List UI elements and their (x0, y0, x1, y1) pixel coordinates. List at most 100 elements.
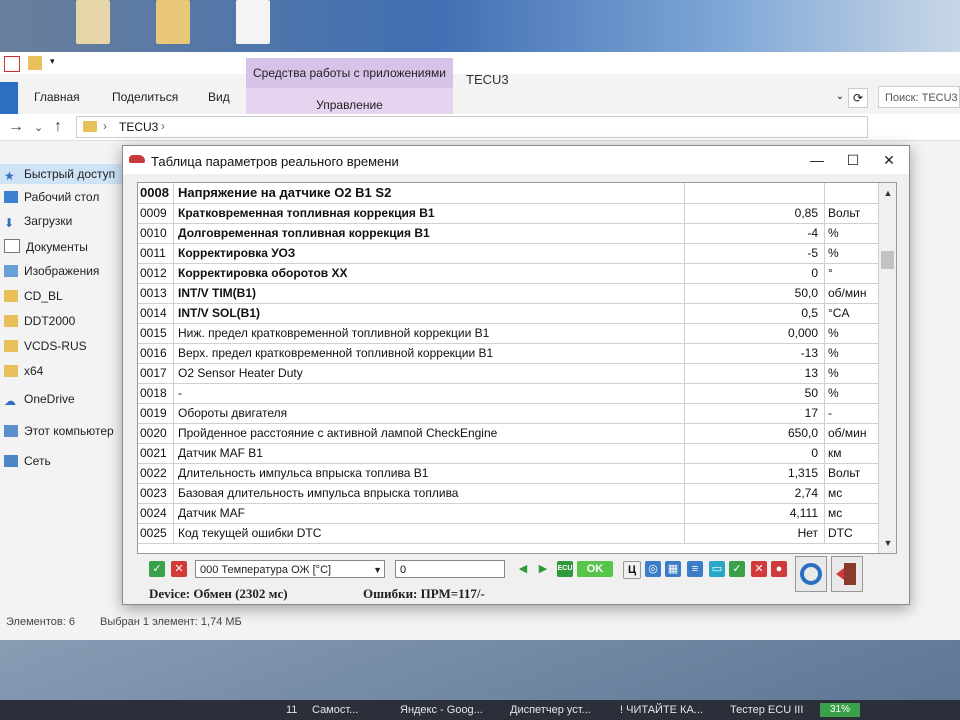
table-row[interactable]: 0019 Обороты двигателя 17- (138, 403, 878, 424)
nav-folder-x64[interactable]: x64 (4, 364, 43, 378)
close-button[interactable]: ✕ (871, 148, 907, 172)
vertical-scrollbar[interactable]: ▲ ▼ (878, 183, 896, 553)
taskbar-item[interactable]: 11 (286, 704, 297, 716)
nav-quick-access[interactable]: ★ Быстрый доступ (0, 164, 130, 184)
row-unit: % (824, 363, 878, 383)
ok-button[interactable]: OK (577, 561, 613, 577)
row-value: -4 (684, 223, 822, 243)
list-icon[interactable]: ≡ (687, 561, 703, 577)
parameter-value-input[interactable]: 0 (395, 560, 505, 578)
nav-folder-vcds-rus[interactable]: VCDS-RUS (4, 339, 87, 353)
table-row[interactable]: 0008 Напряжение на датчике O2 B1 S2 (138, 183, 878, 204)
tab-share[interactable]: Поделиться (112, 90, 178, 104)
row-code: 0020 (138, 423, 174, 443)
grid-icon[interactable]: ▦ (665, 561, 681, 577)
row-code: 0013 (138, 283, 174, 303)
cross-icon[interactable]: ✕ (171, 561, 187, 577)
table-row[interactable]: 0009 Кратковременная топливная коррекция … (138, 203, 878, 224)
address-dropdown-button[interactable]: ⌄ (832, 88, 848, 106)
nav-this-pc[interactable]: Этот компьютер (4, 424, 114, 438)
folder-icon (4, 315, 18, 327)
row-value: 650,0 (684, 423, 822, 443)
cross-icon[interactable]: ✕ (751, 561, 767, 577)
row-unit: - (824, 403, 878, 423)
desktop-folder-icon[interactable] (156, 0, 190, 44)
table-row[interactable]: 0020 Пройденное расстояние с активной лам… (138, 423, 878, 444)
row-value: 1,315 (684, 463, 822, 483)
tab-file[interactable] (0, 82, 18, 114)
maximize-button[interactable]: ☐ (835, 148, 871, 172)
dialog-title: Таблица параметров реального времени (151, 154, 399, 169)
row-name: Кратковременная топливная коррекция B1 (178, 206, 435, 220)
ribbon-tabs: Главная Поделиться Вид (0, 82, 960, 114)
taskbar-item-ecu-tester[interactable]: Тестер ECU III (730, 704, 803, 716)
navigation-pane: ★ Быстрый доступ Рабочий стол ⬇ Загрузки Д… (0, 160, 130, 620)
nav-downloads[interactable]: ⬇ Загрузки (4, 214, 72, 230)
globe-icon[interactable]: ◎ (645, 561, 661, 577)
desktop-document-icon[interactable] (236, 0, 270, 44)
taskbar-item[interactable]: Самост... (312, 704, 358, 716)
table-row[interactable]: 0018- 50% (138, 383, 878, 404)
table-row[interactable]: 0022 Длительность импульса впрыска топлив… (138, 463, 878, 484)
chevron-down-icon[interactable]: ▾ (50, 56, 64, 70)
selected-parameter: 000 Температура ОЖ [°C] (200, 564, 332, 576)
nav-folder-cd-bl[interactable]: CD_BL (4, 289, 63, 303)
parameter-select[interactable]: 000 Температура ОЖ [°C] ▼ (195, 560, 385, 578)
up-icon[interactable]: ↑ (54, 118, 62, 136)
row-code: 0008 (138, 183, 174, 203)
ecu-icon[interactable]: ECU (557, 561, 573, 577)
table-row[interactable]: 0012 Корректировка оборотов ХХ 0 ° (138, 263, 878, 284)
row-value: 50 (684, 383, 822, 403)
search-input[interactable]: Поиск: TECU3 (878, 86, 960, 108)
table-row[interactable]: 0023 Базовая длительность импульса впрыск… (138, 483, 878, 504)
minimize-button[interactable]: — (799, 148, 835, 172)
arrow-left-icon[interactable]: ◀ (515, 561, 531, 577)
tab-view[interactable]: Вид (208, 90, 230, 104)
properties-icon[interactable] (4, 56, 20, 72)
recent-locations-icon[interactable]: ⌄ (34, 121, 43, 134)
tag-icon[interactable]: ▭ (709, 561, 725, 577)
nav-onedrive[interactable]: ☁ OneDrive (4, 392, 75, 408)
table-row[interactable]: 0016 Верх. предел кратковременной топливн… (138, 343, 878, 364)
table-row[interactable]: 0011 Корректировка УОЗ -5% (138, 243, 878, 264)
address-row: → ⌄ ↑ › TECU3 › (0, 114, 960, 141)
c-button[interactable]: Ц (623, 561, 641, 579)
desktop-folder-icon[interactable] (76, 0, 110, 44)
nav-documents[interactable]: Документы (4, 239, 88, 254)
table-row[interactable]: 0021 Датчик MAF B1 0 км (138, 443, 878, 464)
tab-home[interactable]: Главная (34, 90, 80, 104)
breadcrumb-tecu3[interactable]: TECU3 (119, 120, 158, 134)
table-row[interactable]: 0015 Ниж. предел кратковременной топливно… (138, 323, 878, 344)
exit-button[interactable] (831, 556, 863, 592)
scroll-up-icon[interactable]: ▲ (879, 185, 896, 201)
taskbar-item-readme[interactable]: ! ЧИТАЙТЕ КА... (620, 704, 703, 716)
refresh-connection-button[interactable] (795, 556, 827, 592)
nav-folder-ddt2000[interactable]: DDT2000 (4, 314, 75, 328)
address-bar[interactable]: › TECU3 › (76, 116, 868, 138)
arrow-right-icon[interactable]: ▶ (535, 561, 551, 577)
nav-network[interactable]: Сеть (4, 454, 51, 468)
folder-icon[interactable] (28, 56, 42, 70)
table-row[interactable]: 0025 Код текущей ошибки DTC Нет DTC (138, 523, 878, 544)
table-row[interactable]: 0013 INT/V TIM(B1) 50,0 об/мин (138, 283, 878, 304)
row-unit: % (824, 243, 878, 263)
scroll-down-icon[interactable]: ▼ (879, 535, 896, 551)
table-row[interactable]: 0010 Долговременная топливная коррекция B… (138, 223, 878, 244)
table-row[interactable]: 0017 O2 Sensor Heater Duty 13% (138, 363, 878, 384)
nav-pictures[interactable]: Изображения (4, 264, 99, 278)
record-icon[interactable]: ● (771, 561, 787, 577)
table-row[interactable]: 0014 INT/V SOL(B1) 0,5 °CA (138, 303, 878, 324)
refresh-button[interactable]: ⟳ (848, 88, 868, 108)
check-icon[interactable]: ✓ (729, 561, 745, 577)
battery-indicator[interactable]: 31% (820, 703, 860, 717)
taskbar-item-device-manager[interactable]: Диспетчер уст... (510, 704, 591, 716)
nav-desktop[interactable]: Рабочий стол (4, 190, 99, 204)
row-value: 4,111 (684, 503, 822, 523)
table-row[interactable]: 0024 Датчик MAF 4,111 мс (138, 503, 878, 524)
forward-icon[interactable]: → (8, 118, 24, 136)
taskbar-item-browser[interactable]: Яндекс - Goog... (400, 704, 483, 716)
check-icon[interactable]: ✓ (149, 561, 165, 577)
folder-icon (4, 340, 18, 352)
scroll-thumb[interactable] (881, 251, 894, 269)
row-unit: об/мин (824, 283, 878, 303)
